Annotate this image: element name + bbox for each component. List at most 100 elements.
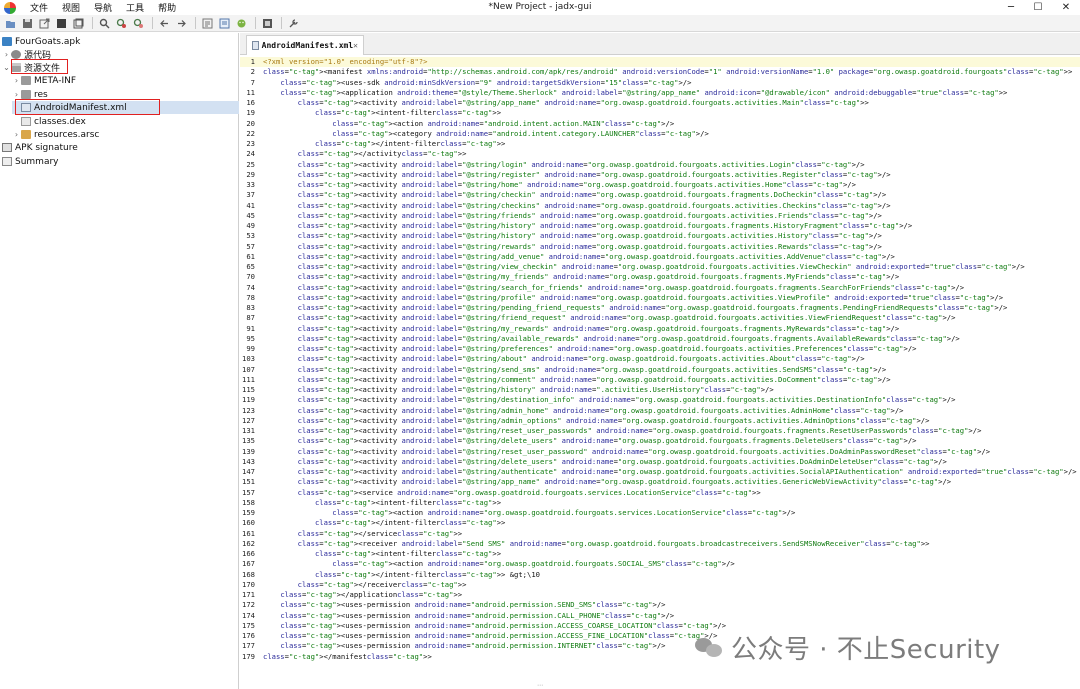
code-line: 2 class="c-tag"><manifest xmlns:android="… bbox=[240, 67, 1080, 77]
line-number: 107 bbox=[242, 364, 255, 374]
code-line: 103 class="c-tag"><activity android:labe… bbox=[240, 354, 1080, 364]
tree-item-apk-signature[interactable]: APK signature bbox=[2, 141, 78, 154]
source-code-icon bbox=[11, 50, 21, 59]
line-source: class="c-tag"><activity android:label="@… bbox=[297, 477, 952, 487]
line-number: 167 bbox=[242, 559, 255, 569]
menu-file[interactable]: 文件 bbox=[30, 1, 48, 14]
export-icon[interactable] bbox=[37, 16, 51, 30]
code-line: 20 class="c-tag"><action android:name="a… bbox=[240, 119, 1080, 129]
tab-label: AndroidManifest.xml bbox=[261, 41, 354, 50]
back-icon[interactable] bbox=[157, 16, 171, 30]
line-number: 23 bbox=[246, 139, 255, 148]
line-source: class="c-tag"><activity android:label="@… bbox=[297, 395, 956, 405]
forward-icon[interactable] bbox=[174, 16, 188, 30]
code-line: 16 class="c-tag"><activity android:label… bbox=[240, 98, 1080, 108]
line-number: 24 bbox=[246, 149, 255, 159]
preferences-icon[interactable] bbox=[286, 16, 300, 30]
code-line: 41 class="c-tag"><activity android:label… bbox=[240, 201, 1080, 211]
line-number: 53 bbox=[246, 231, 255, 241]
save-all-icon[interactable] bbox=[71, 16, 85, 30]
code-line: 65 class="c-tag"><activity android:label… bbox=[240, 262, 1080, 272]
editor-tab-bar: AndroidManifest.xml ✕ bbox=[240, 33, 1080, 55]
code-lines: 1 <?xml version="1.0" encoding="utf-8"?> 2… bbox=[240, 57, 1080, 662]
folder-icon bbox=[21, 90, 31, 99]
line-number: 123 bbox=[242, 405, 255, 415]
line-number: 174 bbox=[242, 610, 255, 620]
menu-tools[interactable]: 工具 bbox=[126, 1, 144, 14]
line-number: 171 bbox=[242, 590, 255, 599]
find-class-icon[interactable] bbox=[131, 16, 145, 30]
line-number: 25 bbox=[246, 159, 255, 169]
line-source: class="c-tag"></activityclass="c-tag">> bbox=[297, 149, 467, 159]
tree-item-label: APK signature bbox=[15, 142, 78, 153]
code-line: 107 class="c-tag"><activity android:labe… bbox=[240, 365, 1080, 375]
tree-item-apk[interactable]: FourGoats.apk bbox=[2, 35, 80, 48]
line-number: 160 bbox=[242, 518, 255, 528]
signature-icon bbox=[2, 143, 12, 152]
chevron-right-icon[interactable]: › bbox=[12, 76, 21, 85]
code-line: 162 class="c-tag"><receiver android:labe… bbox=[240, 539, 1080, 549]
menu-help[interactable]: 帮助 bbox=[158, 1, 176, 14]
deobfuscation-icon[interactable] bbox=[200, 16, 214, 30]
code-line: 53 class="c-tag"><activity android:label… bbox=[240, 231, 1080, 241]
line-number: 22 bbox=[246, 128, 255, 138]
line-source: class="c-tag"></manifestclass="c-tag">> bbox=[263, 651, 432, 661]
line-source: class="c-tag"><activity android:label="@… bbox=[297, 262, 1025, 271]
code-line: 95 class="c-tag"><activity android:label… bbox=[240, 334, 1080, 344]
line-source: class="c-tag"><activity android:label="@… bbox=[297, 364, 887, 374]
line-number: 1 bbox=[250, 57, 255, 66]
line-number: 151 bbox=[242, 477, 255, 487]
code-line: 19 class="c-tag"><intent-filterclass="c-… bbox=[240, 108, 1080, 118]
open-file-icon[interactable] bbox=[3, 16, 17, 30]
tree-item-resources-arsc[interactable]: › resources.arsc bbox=[12, 128, 99, 141]
line-number: 166 bbox=[242, 549, 255, 558]
menu-view[interactable]: 视图 bbox=[62, 1, 80, 14]
chevron-right-icon[interactable]: › bbox=[12, 90, 21, 99]
tab-android-manifest[interactable]: AndroidManifest.xml ✕ bbox=[246, 35, 364, 55]
line-source: class="c-tag"></applicationclass="c-tag"… bbox=[280, 590, 463, 599]
splitter-handle[interactable]: ⋯ bbox=[535, 683, 545, 689]
code-line: 49 class="c-tag"><activity android:label… bbox=[240, 221, 1080, 231]
wechat-icon bbox=[695, 637, 723, 658]
line-number: 49 bbox=[246, 221, 255, 230]
decompile-icon[interactable] bbox=[217, 16, 231, 30]
line-source: class="c-tag"></intent-filterclass="c-ta… bbox=[314, 518, 506, 528]
menu-navigation[interactable]: 导航 bbox=[94, 1, 112, 14]
code-editor[interactable]: 1 <?xml version="1.0" encoding="utf-8"?> 2… bbox=[240, 55, 1080, 689]
tree-item-label: resources.arsc bbox=[34, 129, 100, 140]
android-icon[interactable] bbox=[234, 16, 248, 30]
minimize-button[interactable]: ─ bbox=[1000, 0, 1022, 15]
tree-item-classes-dex[interactable]: classes.dex bbox=[21, 115, 86, 128]
code-line: 29 class="c-tag"><activity android:label… bbox=[240, 170, 1080, 180]
save-icon[interactable] bbox=[20, 16, 34, 30]
chevron-right-icon[interactable]: › bbox=[2, 50, 11, 59]
line-source: class="c-tag"><activity android:label="@… bbox=[297, 323, 900, 333]
toolbar-separator bbox=[92, 17, 93, 29]
chevron-down-icon[interactable]: ⌄ bbox=[2, 63, 11, 72]
close-button[interactable]: ✕ bbox=[1055, 0, 1077, 15]
line-source: class="c-tag"><uses-permission android:n… bbox=[280, 600, 666, 610]
line-source: class="c-tag"><activity android:label="@… bbox=[297, 221, 913, 230]
tree-item-summary[interactable]: Summary bbox=[2, 155, 59, 168]
close-tab-icon[interactable]: ✕ bbox=[353, 41, 358, 50]
tree-item-meta-inf[interactable]: › META-INF bbox=[12, 74, 76, 87]
code-line: 139 class="c-tag"><activity android:labe… bbox=[240, 447, 1080, 457]
maximize-button[interactable]: ☐ bbox=[1027, 0, 1049, 15]
search-icon[interactable] bbox=[97, 16, 111, 30]
code-line: 127 class="c-tag"><activity android:labe… bbox=[240, 416, 1080, 426]
find-usage-icon[interactable] bbox=[114, 16, 128, 30]
red-annotation-box bbox=[15, 99, 160, 115]
line-source: class="c-tag"><activity android:label="@… bbox=[297, 231, 882, 241]
code-line: 143 class="c-tag"><activity android:labe… bbox=[240, 457, 1080, 467]
chevron-right-icon[interactable]: › bbox=[12, 130, 21, 139]
sync-icon[interactable] bbox=[54, 16, 68, 30]
line-source: class="c-tag"><activity android:label="@… bbox=[297, 405, 904, 415]
line-source: class="c-tag"><activity android:label="@… bbox=[297, 385, 774, 394]
line-number: 41 bbox=[246, 200, 255, 210]
line-source: class="c-tag"><action android:name="org.… bbox=[332, 508, 796, 517]
code-line: 172 class="c-tag"><uses-permission andro… bbox=[240, 600, 1080, 610]
line-source: class="c-tag"></serviceclass="c-tag">> bbox=[297, 528, 463, 538]
line-source: class="c-tag"><activity android:label="@… bbox=[297, 98, 869, 107]
line-source: class="c-tag"><action android:name="org.… bbox=[332, 559, 735, 569]
log-icon[interactable] bbox=[260, 16, 274, 30]
